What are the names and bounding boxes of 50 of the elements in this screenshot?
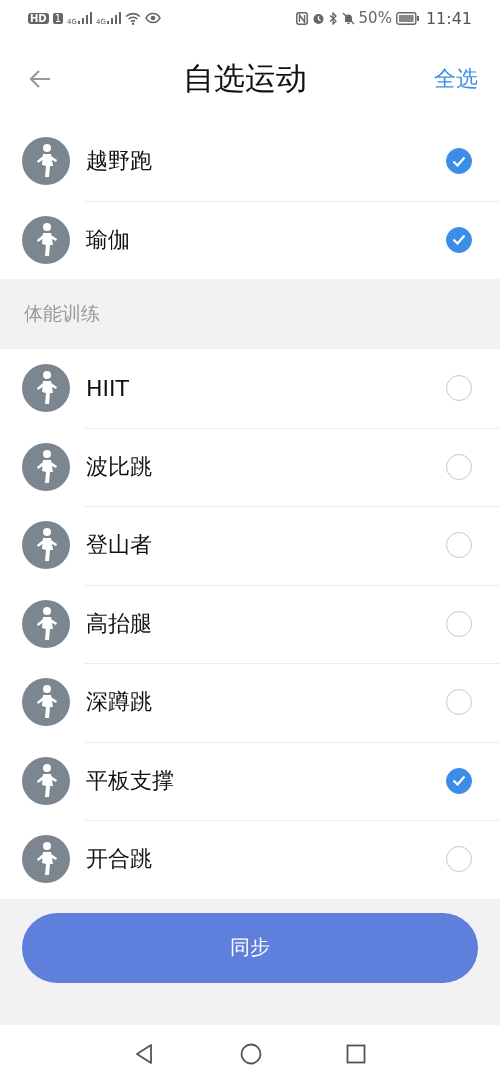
- exercise-figure-icon: [22, 215, 70, 264]
- sport-name: 高抬腿: [86, 609, 153, 638]
- bluetooth-icon: [328, 11, 338, 25]
- sport-item[interactable]: 越野跑: [0, 122, 500, 201]
- muted-bell-icon: [341, 11, 355, 25]
- sport-name: 平板支撑: [86, 766, 175, 795]
- sport-name: 瑜伽: [86, 225, 131, 254]
- sport-name: 开合跳: [86, 845, 153, 874]
- exercise-figure-icon: [22, 599, 70, 648]
- sport-item[interactable]: 瑜伽: [0, 200, 500, 279]
- exercise-figure-icon: [22, 364, 70, 413]
- exercise-figure-icon: [22, 756, 70, 805]
- sport-name: 登山者: [86, 531, 153, 560]
- sync-button[interactable]: 同步: [22, 912, 478, 983]
- signal-icon: [106, 12, 121, 24]
- sport-name: HIIT: [86, 375, 130, 401]
- sport-name: 波比跳: [86, 452, 153, 481]
- eye-icon: [144, 12, 161, 24]
- sport-item[interactable]: 开合跳: [0, 820, 500, 899]
- exercise-figure-icon: [22, 835, 70, 884]
- sport-name: 越野跑: [86, 147, 153, 176]
- alarm-icon: [311, 11, 325, 25]
- sport-item[interactable]: 平板支撑: [0, 741, 500, 820]
- signal-icon: [77, 12, 92, 24]
- checkmark-icon: [452, 775, 466, 787]
- wifi-icon: [124, 11, 141, 25]
- exercise-figure-icon: [22, 678, 70, 727]
- recents-nav-icon[interactable]: [346, 1044, 366, 1064]
- checkbox[interactable]: [446, 226, 472, 253]
- checkbox[interactable]: [446, 767, 472, 794]
- exercise-figure-icon: [22, 521, 70, 570]
- sport-item[interactable]: 登山者: [0, 506, 500, 585]
- checkmark-icon: [452, 155, 466, 167]
- nfc-icon: [295, 11, 308, 25]
- hd-badge: HD: [28, 12, 49, 24]
- clock-time: 11:41: [425, 8, 472, 28]
- home-nav-icon[interactable]: [240, 1043, 262, 1065]
- sport-name: 深蹲跳: [86, 688, 153, 717]
- checkbox[interactable]: [446, 148, 472, 175]
- sim-badge: 1: [52, 12, 64, 24]
- sport-item[interactable]: 波比跳: [0, 427, 500, 506]
- page-title: 自选运动: [183, 59, 307, 98]
- exercise-figure-icon: [22, 137, 70, 186]
- checkmark-icon: [452, 234, 466, 246]
- battery-icon: [395, 11, 420, 25]
- sport-item[interactable]: 深蹲跳: [0, 663, 500, 742]
- sport-item[interactable]: 高抬腿: [0, 584, 500, 663]
- exercise-figure-icon: [22, 442, 70, 491]
- battery-percent: 50%: [358, 9, 392, 27]
- sport-item[interactable]: HIIT: [0, 349, 500, 428]
